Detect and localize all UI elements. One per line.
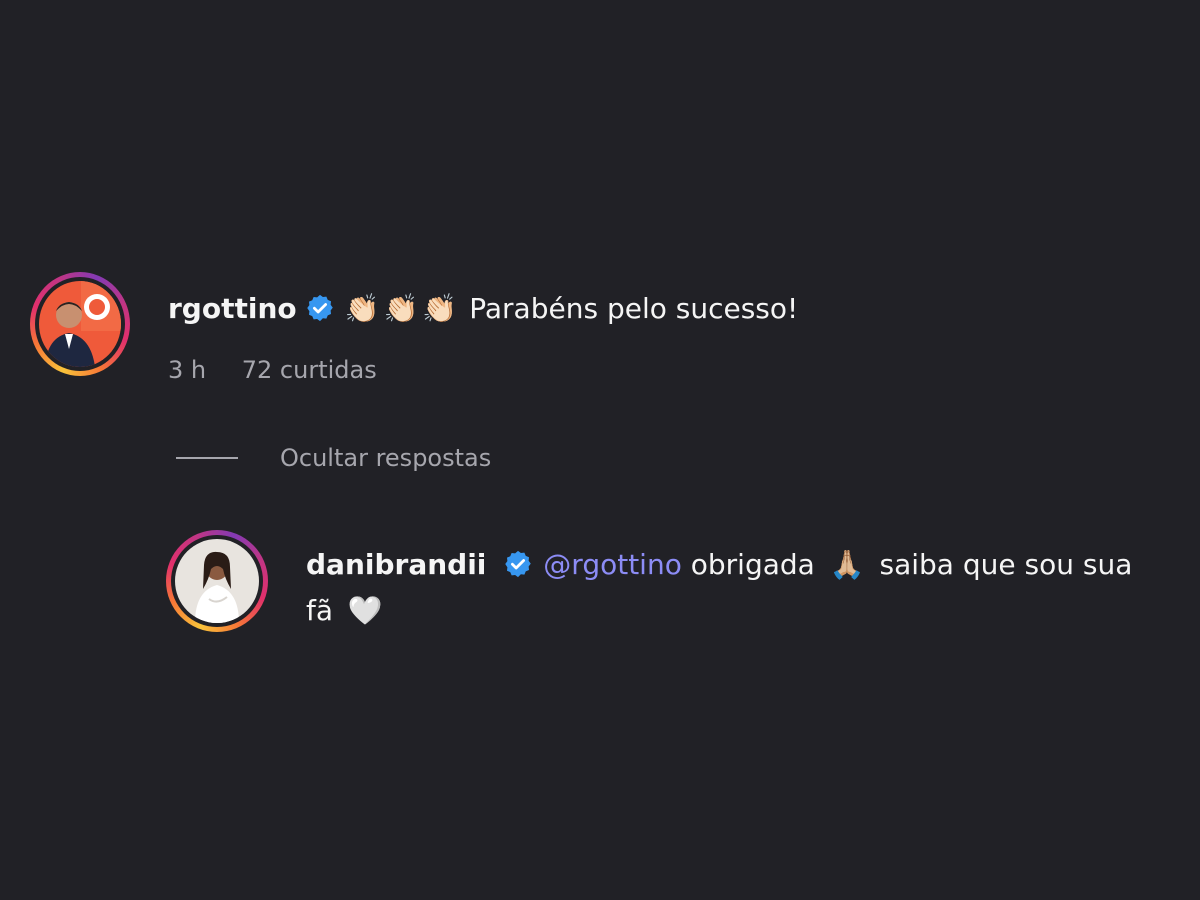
verified-badge-icon: [505, 550, 532, 578]
hide-replies-label: Ocultar respostas: [280, 444, 492, 472]
hide-replies-button[interactable]: Ocultar respostas: [176, 444, 491, 472]
comment-time: 3 h: [168, 356, 207, 384]
comment-body: rgottino 👏🏻 👏🏻 👏🏻 Parabéns pelo sucesso!: [168, 286, 798, 330]
divider-line: [176, 457, 238, 459]
comment-likes[interactable]: 72 curtidas: [242, 356, 377, 384]
reply-mention[interactable]: @rgottino: [543, 548, 682, 581]
danibrandii-avatar[interactable]: [166, 530, 268, 632]
avatar-photo: [175, 539, 259, 623]
person-photo-icon: [175, 539, 259, 623]
avatar-photo: [39, 281, 121, 367]
comments-panel: rgottino 👏🏻 👏🏻 👏🏻 Parabéns pelo sucesso!…: [0, 0, 1200, 900]
comment-username[interactable]: rgottino: [168, 292, 297, 325]
clap-emoji-icon: 👏🏻: [344, 291, 380, 325]
white-heart-emoji-icon: 🤍: [347, 594, 383, 627]
reply-body: danibrandii @rgottino obrigada 🙏🏼 saiba …: [306, 542, 1166, 634]
clap-emoji-icon: 👏🏻: [422, 291, 458, 325]
comment-meta: 3 h 72 curtidas: [168, 356, 405, 384]
reply-username[interactable]: danibrandii: [306, 548, 486, 581]
verified-badge-icon: [306, 294, 333, 322]
person-photo-icon: [39, 281, 121, 367]
pray-emoji-icon: 🙏🏼: [829, 548, 865, 581]
reply-text-part1: obrigada: [690, 548, 815, 581]
clap-emoji-icon: 👏🏻: [383, 291, 419, 325]
rgottino-avatar[interactable]: [30, 272, 130, 376]
comment-text: Parabéns pelo sucesso!: [469, 291, 799, 325]
